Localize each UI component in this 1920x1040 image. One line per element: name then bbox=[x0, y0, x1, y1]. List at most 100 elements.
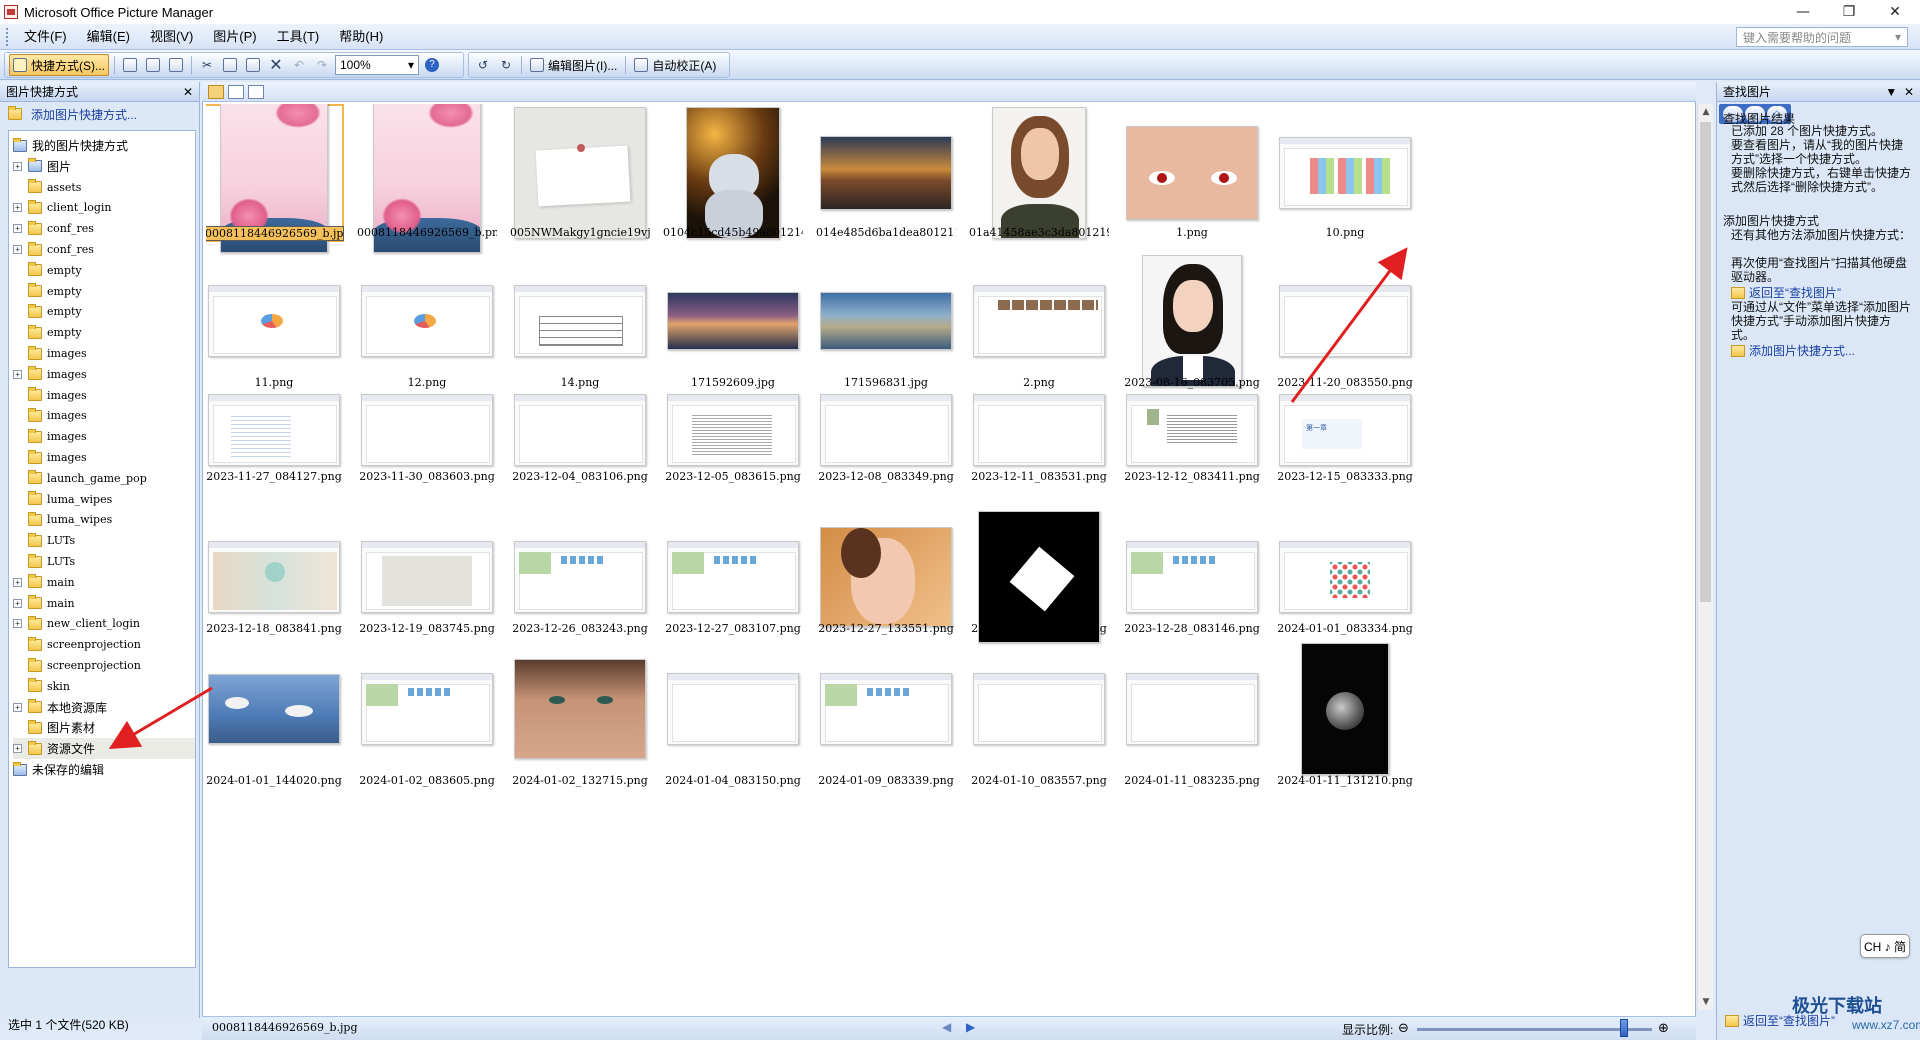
thumbnail-image[interactable] bbox=[1122, 104, 1262, 242]
zoom-select[interactable]: 100% ▾ bbox=[335, 55, 419, 75]
expand-icon[interactable]: + bbox=[13, 203, 22, 213]
expand-icon[interactable]: + bbox=[13, 224, 22, 234]
menu-picture[interactable]: 图片(P) bbox=[203, 26, 266, 48]
expand-icon[interactable]: + bbox=[13, 702, 22, 712]
tree-item[interactable]: images bbox=[13, 385, 195, 406]
tree-item[interactable]: LUTs bbox=[13, 551, 195, 572]
tree-item[interactable]: + conf_res bbox=[13, 239, 195, 260]
filmstrip-view-icon[interactable] bbox=[228, 84, 244, 99]
prev-arrow-icon[interactable]: ◀ bbox=[942, 1020, 951, 1034]
tree-item[interactable]: + 资源文件 bbox=[13, 738, 195, 760]
thumbnail-image[interactable] bbox=[969, 252, 1109, 390]
thumbnail-image[interactable] bbox=[510, 640, 650, 778]
rotate-left-button[interactable]: ↺ bbox=[473, 54, 493, 76]
tree-item[interactable]: 我的图片快捷方式 bbox=[13, 135, 195, 156]
zoom-out-icon[interactable]: ⊖ bbox=[1398, 1020, 1409, 1036]
tree-item[interactable]: screenprojection bbox=[13, 634, 195, 655]
print-button[interactable] bbox=[143, 54, 163, 76]
tree-item[interactable]: + conf_res bbox=[13, 218, 195, 239]
zoom-in-icon[interactable]: ⊕ bbox=[1658, 1020, 1669, 1036]
menu-file[interactable]: 文件(F) bbox=[14, 26, 77, 48]
thumbnail-image[interactable] bbox=[1122, 252, 1262, 390]
thumbnail-image[interactable] bbox=[969, 380, 1109, 480]
tree-item[interactable]: + images bbox=[13, 364, 195, 385]
thumbnail-image[interactable] bbox=[206, 640, 344, 778]
thumbnail-image[interactable] bbox=[816, 380, 956, 480]
thumbnail-image[interactable] bbox=[510, 380, 650, 480]
tree-item[interactable]: skin bbox=[13, 676, 195, 697]
undo-button[interactable]: ↶ bbox=[289, 54, 309, 76]
tree-item[interactable]: + client_login bbox=[13, 197, 195, 218]
expand-icon[interactable]: + bbox=[13, 744, 22, 754]
tree-item[interactable]: images bbox=[13, 405, 195, 426]
pane-menu-icon[interactable]: ▼ bbox=[1885, 85, 1897, 99]
tree-item[interactable]: empty bbox=[13, 260, 195, 281]
thumbnail-image[interactable] bbox=[1122, 380, 1262, 480]
close-pane-icon[interactable]: ✕ bbox=[1904, 85, 1914, 99]
thumbnail-image[interactable] bbox=[510, 104, 650, 242]
save-button[interactable] bbox=[120, 54, 140, 76]
vertical-scrollbar[interactable]: ▲ ▼ bbox=[1697, 104, 1713, 1010]
zoom-slider[interactable] bbox=[1417, 1028, 1652, 1031]
thumbnail-image[interactable]: 第一章 bbox=[1275, 380, 1415, 480]
thumbnail-image[interactable] bbox=[357, 640, 497, 778]
thumbnail-image[interactable] bbox=[1275, 104, 1415, 242]
add-shortcut-link[interactable]: 添加图片快捷方式... bbox=[0, 102, 199, 126]
zoom-slider-knob[interactable] bbox=[1620, 1019, 1628, 1037]
thumbnail-image[interactable] bbox=[663, 640, 803, 778]
tree-item[interactable]: + 图片 bbox=[13, 156, 195, 177]
input-method-badge[interactable]: CH ♪ 简 bbox=[1860, 934, 1910, 958]
cut-button[interactable]: ✂ bbox=[197, 54, 217, 76]
edit-picture-button[interactable]: 编辑图片(I)... bbox=[527, 54, 620, 76]
maximize-button[interactable]: ❐ bbox=[1826, 0, 1872, 24]
thumbnail-view-icon[interactable] bbox=[208, 84, 224, 99]
thumbnail-image[interactable] bbox=[969, 104, 1109, 242]
tree-item[interactable]: images bbox=[13, 447, 195, 468]
rotate-right-button[interactable]: ↻ bbox=[496, 54, 516, 76]
expand-icon[interactable]: + bbox=[13, 245, 22, 254]
close-pane-icon[interactable]: ✕ bbox=[183, 85, 193, 99]
tree-item[interactable]: + new_client_login bbox=[13, 613, 195, 634]
tree-item[interactable]: empty bbox=[13, 322, 195, 343]
thumbnail-image[interactable] bbox=[969, 640, 1109, 778]
thumbnail-image[interactable] bbox=[1275, 640, 1415, 778]
thumbnail-image[interactable] bbox=[206, 104, 344, 253]
tree-item[interactable]: images bbox=[13, 343, 195, 364]
tree-item[interactable]: + main bbox=[13, 593, 195, 614]
single-view-icon[interactable] bbox=[248, 84, 264, 99]
expand-icon[interactable]: + bbox=[13, 161, 22, 171]
shortcuts-button[interactable]: 快捷方式(S)... bbox=[9, 54, 109, 76]
tree-item[interactable]: + 本地资源库 bbox=[13, 697, 195, 718]
tree-item[interactable]: launch_game_pop bbox=[13, 468, 195, 489]
menu-help[interactable]: 帮助(H) bbox=[329, 26, 393, 48]
thumbnail-image[interactable] bbox=[206, 380, 344, 480]
menu-edit[interactable]: 编辑(E) bbox=[77, 26, 140, 48]
thumbnail-image[interactable] bbox=[816, 252, 956, 390]
tree-item[interactable]: luma_wipes bbox=[13, 509, 195, 530]
back-to-locate-link[interactable]: 返回至“查找图片” bbox=[1731, 284, 1841, 301]
expand-icon[interactable]: + bbox=[13, 577, 22, 587]
thumbnail-image[interactable] bbox=[816, 104, 956, 242]
expand-icon[interactable]: + bbox=[13, 598, 22, 608]
help-button[interactable]: ? bbox=[422, 54, 442, 76]
scroll-down-icon[interactable]: ▼ bbox=[1698, 994, 1714, 1010]
dropdown-arrow-icon[interactable]: ▾ bbox=[1895, 30, 1901, 44]
next-arrow-icon[interactable]: ▶ bbox=[966, 1020, 975, 1034]
redo-button[interactable]: ↷ bbox=[312, 54, 332, 76]
thumbnail-image[interactable] bbox=[357, 380, 497, 480]
expand-icon[interactable]: + bbox=[13, 619, 22, 629]
auto-correct-button[interactable]: 自动校正(A) bbox=[631, 54, 719, 76]
tree-item[interactable]: LUTs bbox=[13, 530, 195, 551]
thumbnail-image[interactable] bbox=[816, 640, 956, 778]
paste-button[interactable] bbox=[243, 54, 263, 76]
thumbnail-image[interactable] bbox=[357, 252, 497, 390]
thumbnail-image[interactable] bbox=[663, 252, 803, 390]
tree-item[interactable]: screenprojection bbox=[13, 655, 195, 676]
thumbnail-image[interactable] bbox=[1275, 252, 1415, 390]
tree-item[interactable]: + main bbox=[13, 572, 195, 593]
scroll-thumb[interactable] bbox=[1700, 122, 1711, 602]
tree-item[interactable]: 图片素材 bbox=[13, 717, 195, 738]
add-shortcut-link-right[interactable]: 添加图片快捷方式... bbox=[1731, 342, 1855, 359]
tree-item[interactable]: assets bbox=[13, 177, 195, 198]
tree-item[interactable]: empty bbox=[13, 301, 195, 322]
